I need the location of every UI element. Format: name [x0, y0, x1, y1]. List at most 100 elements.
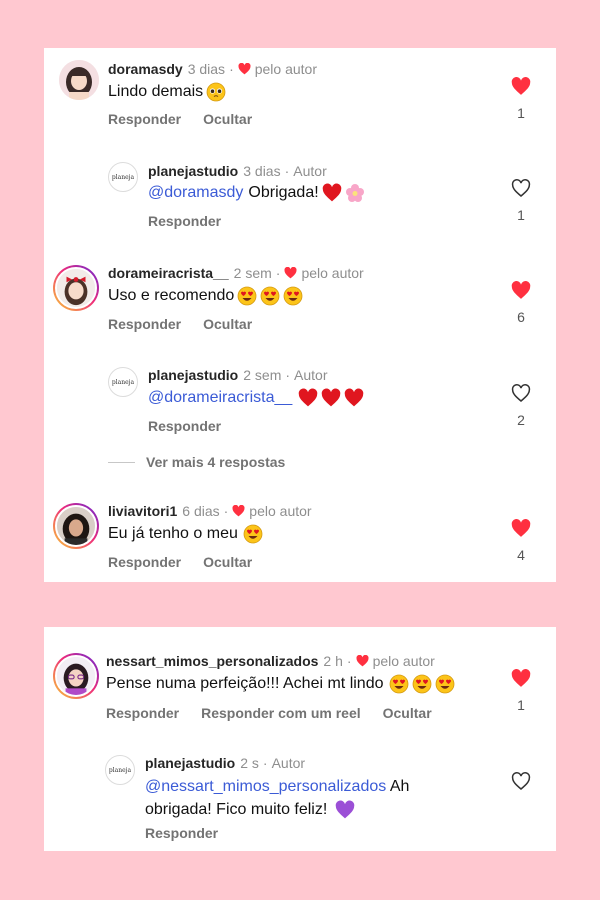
like-control: 2	[510, 384, 532, 428]
avatar[interactable]	[53, 503, 99, 549]
hide-button[interactable]: Ocultar	[383, 705, 432, 721]
comment-text: @nessart_mimos_personalizados Ah obrigad…	[145, 775, 435, 821]
comment-actions: Responder Ocultar	[108, 111, 274, 127]
comment-meta: dorameiracrista__ 2 sem · pelo autor	[108, 265, 364, 281]
like-count: 1	[517, 105, 525, 121]
reply-button[interactable]: Responder	[148, 418, 221, 434]
separator-dot: ·	[284, 163, 290, 179]
avatar[interactable]	[53, 265, 99, 311]
reply-button[interactable]: Responder	[108, 111, 181, 127]
pleading-face-emoji	[206, 82, 226, 102]
comment-body: Uso e recomendo	[108, 287, 235, 304]
red-heart-emoji	[322, 183, 342, 203]
hide-button[interactable]: Ocultar	[203, 554, 252, 570]
reply-button[interactable]: Responder	[106, 705, 179, 721]
username[interactable]: dorameiracrista__	[108, 265, 229, 281]
heart-eyes-emoji	[435, 674, 455, 694]
separator-dot: ·	[285, 367, 291, 383]
divider-line	[108, 461, 135, 463]
timestamp: 2 h	[323, 653, 343, 669]
like-control: 4	[510, 519, 532, 563]
like-control	[510, 772, 532, 791]
heart-filled-icon[interactable]	[511, 281, 531, 300]
separator-dot: ·	[346, 653, 352, 669]
like-control: 6	[510, 281, 532, 325]
timestamp: 3 dias	[187, 61, 226, 77]
comment-body: Obrigada!	[248, 184, 319, 201]
pink-flower-emoji	[345, 183, 365, 203]
heart-outline-icon[interactable]	[511, 384, 531, 403]
username[interactable]: planejastudio	[145, 755, 235, 771]
liked-by-author-badge: pelo autor	[356, 653, 435, 669]
hide-button[interactable]: Ocultar	[203, 111, 252, 127]
heart-outline-icon[interactable]	[511, 772, 531, 791]
liked-by-author-badge: pelo autor	[284, 265, 364, 281]
by-author-label: pelo autor	[254, 61, 318, 77]
mention-link[interactable]: @doramasdy	[148, 184, 243, 202]
heart-filled-icon[interactable]	[511, 669, 531, 688]
like-control: 1	[510, 669, 532, 713]
view-more-label: Ver mais 4 respostas	[146, 454, 286, 470]
username[interactable]: nessart_mimos_personalizados	[106, 653, 318, 669]
reply-button[interactable]: Responder	[108, 316, 181, 332]
username[interactable]: doramasdy	[108, 61, 183, 77]
view-more-replies-button[interactable]: Ver mais 4 respostas	[108, 454, 285, 470]
heart-filled-icon	[238, 63, 251, 75]
reply-with-reel-button[interactable]: Responder com um reel	[201, 705, 361, 721]
like-count: 2	[517, 412, 525, 428]
author-label: Autor	[293, 163, 327, 179]
heart-filled-icon[interactable]	[511, 519, 531, 538]
comment-actions: Responder Responder com um reel Ocultar	[106, 705, 454, 721]
author-label: Autor	[294, 367, 328, 383]
comment-body: Lindo demais	[108, 83, 204, 100]
heart-eyes-emoji	[243, 524, 263, 544]
comment-actions: Responder	[145, 825, 240, 841]
username[interactable]: planejastudio	[148, 367, 238, 383]
username[interactable]: planejastudio	[148, 163, 238, 179]
red-heart-emoji	[344, 388, 364, 408]
heart-filled-icon	[232, 505, 245, 517]
comment-actions: Responder	[148, 213, 243, 229]
avatar[interactable]: planeja	[108, 367, 138, 397]
comment-body: Pense numa perfeição!!! Achei mt lindo	[106, 675, 384, 692]
timestamp: 6 dias	[182, 503, 220, 519]
heart-eyes-emoji	[237, 286, 257, 306]
heart-filled-icon	[356, 655, 369, 667]
red-heart-emoji	[298, 388, 318, 408]
by-author-label: pelo autor	[249, 503, 312, 519]
avatar[interactable]: planeja	[108, 162, 138, 192]
reply-button[interactable]: Responder	[108, 554, 181, 570]
red-heart-emoji	[321, 388, 341, 408]
comment-text: @dorameiracrista__	[148, 388, 364, 408]
heart-outline-icon[interactable]	[511, 179, 531, 198]
mention-link[interactable]: @dorameiracrista__	[148, 389, 292, 407]
comment-body: Eu já tenho o meu	[108, 525, 238, 542]
separator-dot: ·	[275, 265, 281, 281]
comment-meta: liviavitori1 6 dias · pelo autor	[108, 503, 312, 519]
username[interactable]: liviavitori1	[108, 503, 177, 519]
timestamp: 2 sem	[233, 265, 272, 281]
hide-button[interactable]: Ocultar	[203, 316, 252, 332]
like-control: 1	[510, 179, 532, 223]
comment-actions: Responder Ocultar	[108, 554, 274, 570]
comments-card-1: doramasdy 3 dias · pelo autor Lindo dema…	[44, 48, 556, 582]
heart-eyes-emoji	[412, 674, 432, 694]
heart-filled-icon[interactable]	[511, 77, 531, 96]
liked-by-author-badge: pelo autor	[232, 503, 312, 519]
reply-button[interactable]: Responder	[145, 825, 218, 841]
by-author-label: pelo autor	[372, 653, 435, 669]
avatar[interactable]: planeja	[105, 755, 135, 785]
like-count: 1	[517, 207, 525, 223]
mention-link[interactable]: @nessart_mimos_personalizados	[145, 778, 386, 795]
comments-card-2: nessart_mimos_personalizados 2 h · pelo …	[44, 627, 556, 851]
by-author-label: pelo autor	[301, 265, 364, 281]
comment-text: Uso e recomendo	[108, 286, 303, 306]
comment-text: @doramasdy Obrigada!	[148, 183, 365, 203]
comment-actions: Responder Ocultar	[108, 316, 274, 332]
reply-button[interactable]: Responder	[148, 213, 221, 229]
avatar[interactable]	[59, 60, 99, 100]
avatar[interactable]	[53, 653, 99, 699]
comment-text: Pense numa perfeição!!! Achei mt lindo	[106, 674, 455, 694]
comment-meta: planejastudio 3 dias · Autor	[148, 163, 327, 179]
heart-eyes-emoji	[260, 286, 280, 306]
